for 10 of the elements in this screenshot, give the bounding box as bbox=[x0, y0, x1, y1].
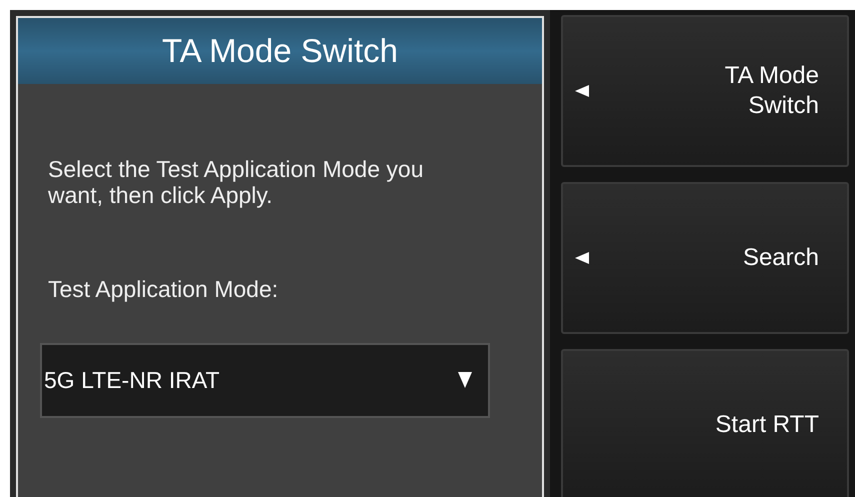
submenu-arrow-icon bbox=[575, 84, 589, 98]
softkey-button[interactable]: TA Mode Switch bbox=[561, 15, 849, 167]
submenu-arrow-icon bbox=[575, 251, 589, 265]
dropdown-arrow-icon bbox=[458, 372, 472, 388]
field-label: Test Application Mode: bbox=[48, 275, 280, 304]
instruction-text: Select the Test Application Mode you want, then click Apply. bbox=[48, 156, 424, 208]
softkey-button[interactable]: Start RTT bbox=[561, 349, 849, 497]
dialog-title: TA Mode Switch bbox=[18, 18, 542, 84]
softkey-button[interactable]: Search bbox=[561, 182, 849, 334]
mode-dropdown[interactable]: 5G LTE-NR IRAT bbox=[40, 342, 490, 418]
